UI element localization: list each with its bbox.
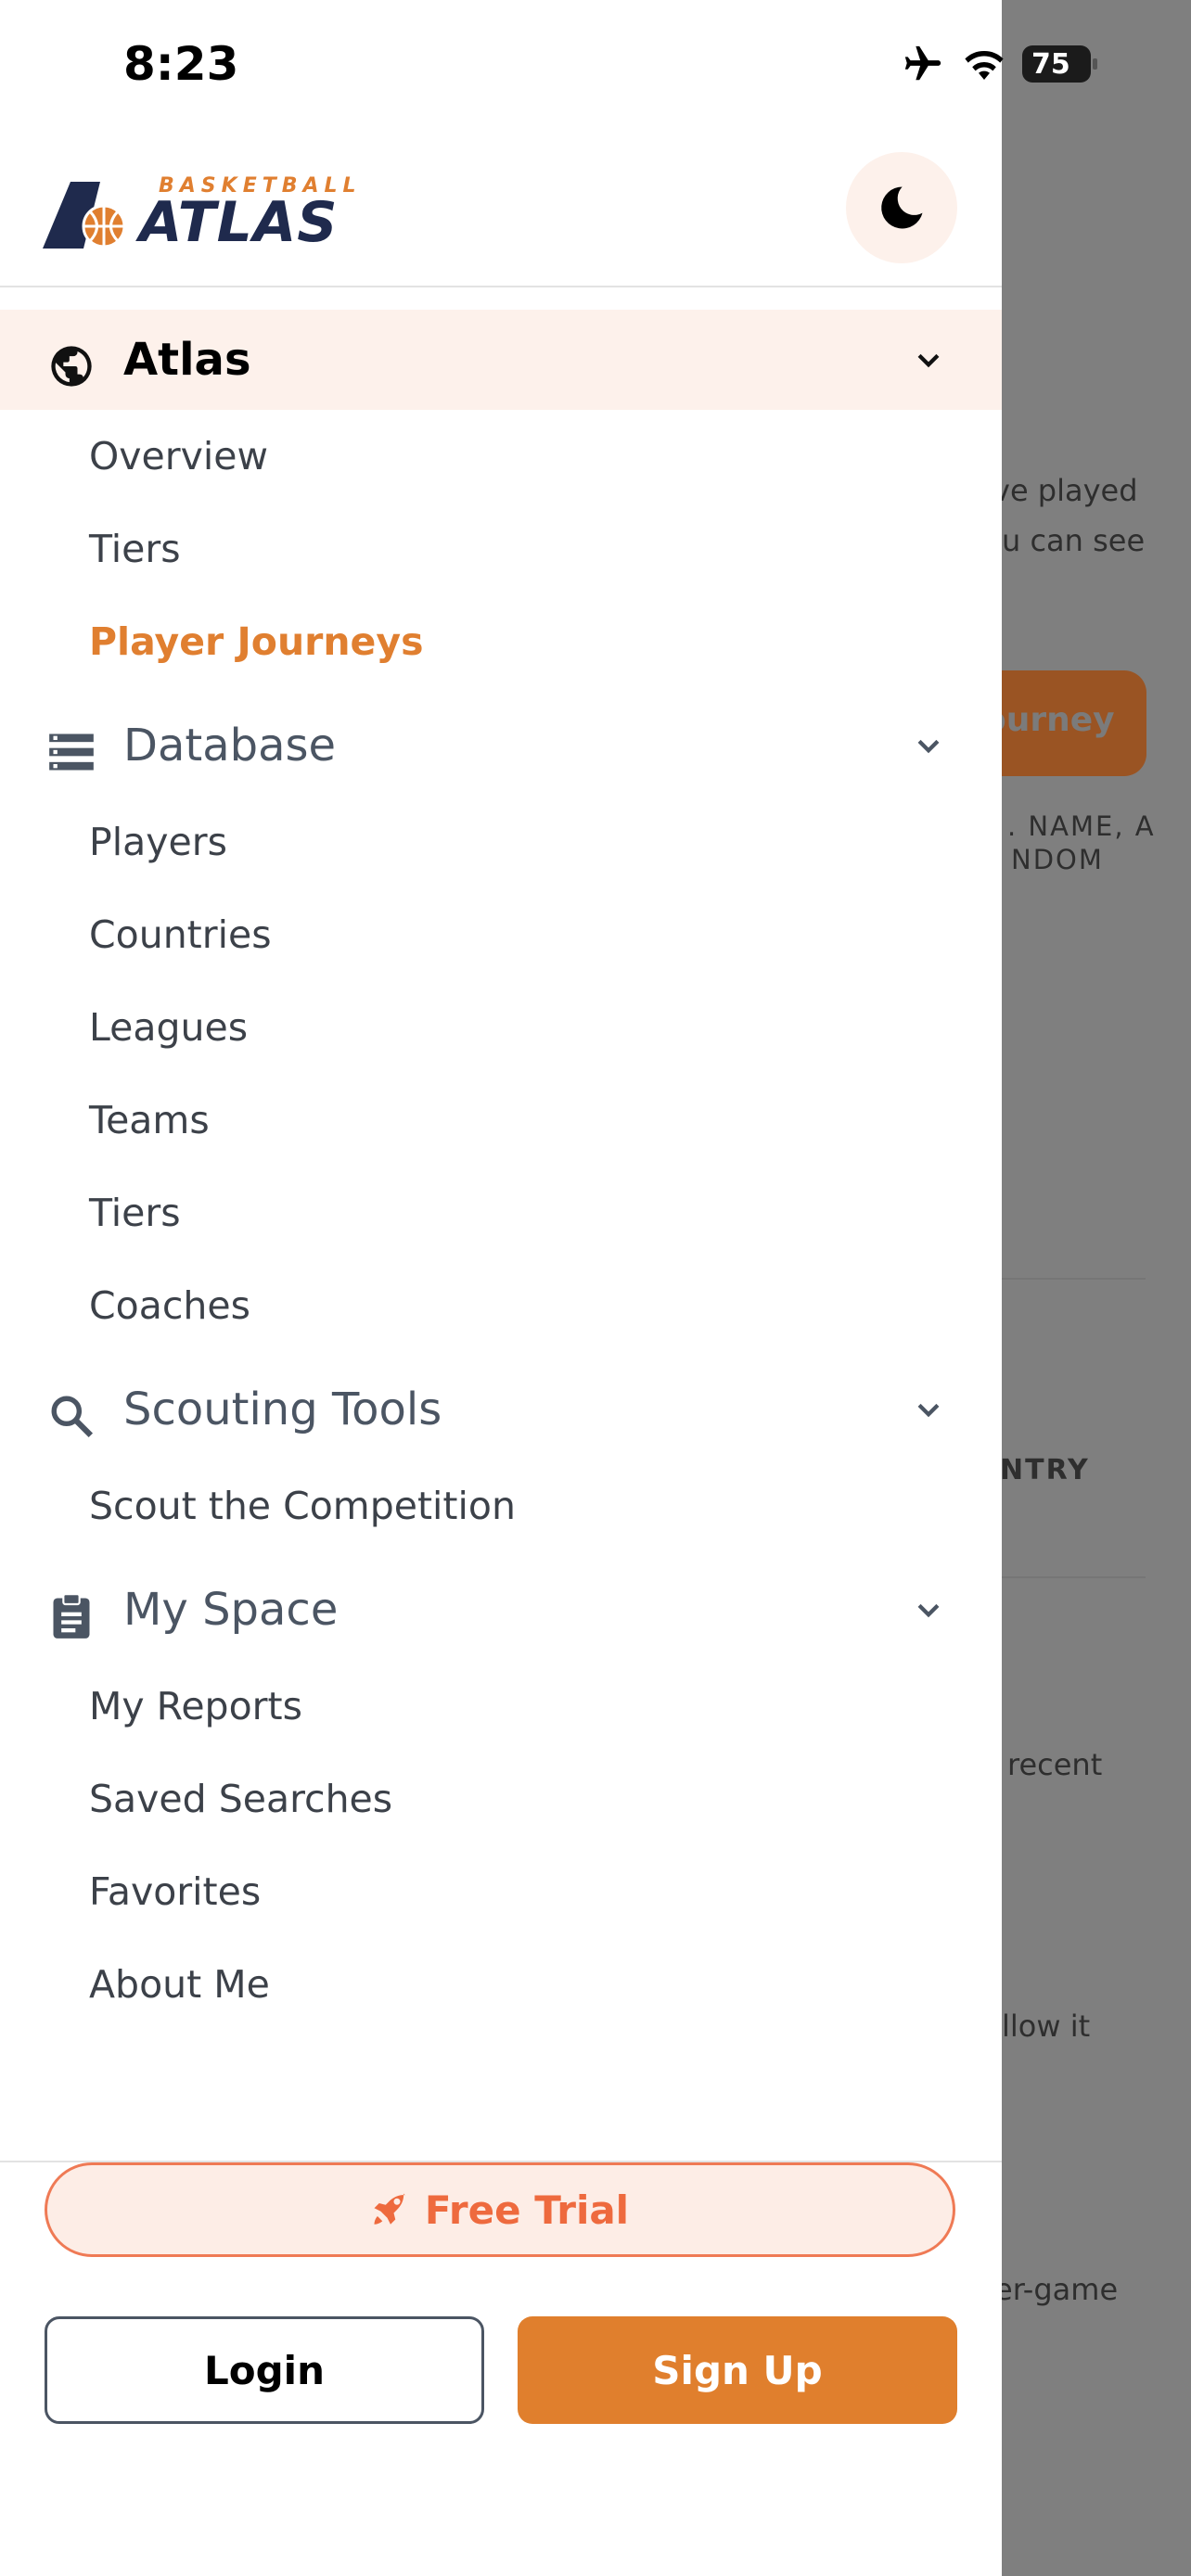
globe-icon (46, 341, 96, 391)
nav-item-scout-the-competition[interactable]: Scout the Competition (0, 1460, 1002, 1552)
nav-item-leagues[interactable]: Leagues (0, 981, 1002, 1074)
background-text: NDOM (1011, 844, 1104, 875)
login-label: Login (204, 2347, 325, 2393)
wifi-icon (965, 50, 1004, 80)
rocket-icon (374, 2193, 405, 2225)
status-bar: 8:23 75 (0, 0, 1097, 139)
clipboard-icon (46, 1591, 96, 1641)
brand-logo[interactable]: BASKETBALL ATLAS (43, 174, 386, 255)
chevron-down-icon[interactable] (913, 345, 944, 376)
nav-item-favorites[interactable]: Favorites (0, 1845, 1002, 1938)
chevron-down-icon[interactable] (913, 1395, 944, 1426)
nav-section-my-space[interactable]: My Space (0, 1560, 1002, 1660)
nav-item-players[interactable]: Players (0, 796, 1002, 888)
nav-section-database[interactable]: Database (0, 695, 1002, 796)
airplane-icon (904, 45, 941, 81)
battery-indicator: 75 (1022, 45, 1097, 83)
background-text: llow it (1002, 2009, 1091, 2044)
background-divider (1002, 1576, 1146, 1578)
nav-item-countries[interactable]: Countries (0, 888, 1002, 981)
nav-section-label: Scouting Tools (123, 1384, 442, 1435)
background-text: NTRY (1000, 1454, 1090, 1486)
chevron-down-icon[interactable] (913, 731, 944, 762)
basketball-icon (43, 182, 126, 249)
nav-section-atlas[interactable]: Atlas (0, 310, 1002, 410)
nav-item-coaches[interactable]: Coaches (0, 1259, 1002, 1352)
background-text: u can see (1002, 523, 1146, 558)
nav-item-teams[interactable]: Teams (0, 1074, 1002, 1167)
nav-item-about-me[interactable]: About Me (0, 1938, 1002, 2031)
background-text: . NAME, A (1007, 810, 1156, 842)
nav-section-label: Database (123, 720, 337, 772)
status-time: 8:23 (123, 37, 239, 91)
free-trial-label: Free Trial (424, 2187, 630, 2233)
nav-drawer: BASKETBALL ATLAS Atlas Overview Tiers Pl… (0, 0, 1002, 2576)
signup-label: Sign Up (652, 2347, 823, 2393)
nav-item-overview[interactable]: Overview (0, 410, 1002, 503)
search-icon (46, 1391, 96, 1441)
free-trial-button[interactable]: Free Trial (45, 2162, 955, 2257)
nav-item-tiers[interactable]: Tiers (0, 503, 1002, 595)
nav-item-saved-searches[interactable]: Saved Searches (0, 1753, 1002, 1845)
status-icons: 75 (900, 43, 1097, 85)
nav-section-label: Atlas (123, 334, 251, 386)
moon-icon (881, 186, 923, 229)
nav-section-label: My Space (123, 1584, 339, 1636)
background-text: ve played (992, 473, 1138, 508)
nav-item-tiers[interactable]: Tiers (0, 1167, 1002, 1259)
database-icon (46, 727, 96, 777)
login-button[interactable]: Login (45, 2316, 484, 2424)
nav-item-my-reports[interactable]: My Reports (0, 1660, 1002, 1753)
dark-mode-toggle[interactable] (846, 152, 957, 263)
brand-name: ATLAS (139, 190, 339, 255)
main-navigation: Atlas Overview Tiers Player Journeys Dat… (0, 310, 1002, 2031)
background-text: recent (1007, 1747, 1103, 1782)
drawer-header: BASKETBALL ATLAS (0, 139, 1002, 287)
nav-item-player-journeys[interactable]: Player Journeys (0, 595, 1002, 688)
signup-button[interactable]: Sign Up (518, 2316, 957, 2424)
nav-section-scouting-tools[interactable]: Scouting Tools (0, 1359, 1002, 1460)
chevron-down-icon[interactable] (913, 1595, 944, 1626)
background-divider (1002, 1278, 1146, 1280)
background-text: er-game (994, 2272, 1119, 2307)
